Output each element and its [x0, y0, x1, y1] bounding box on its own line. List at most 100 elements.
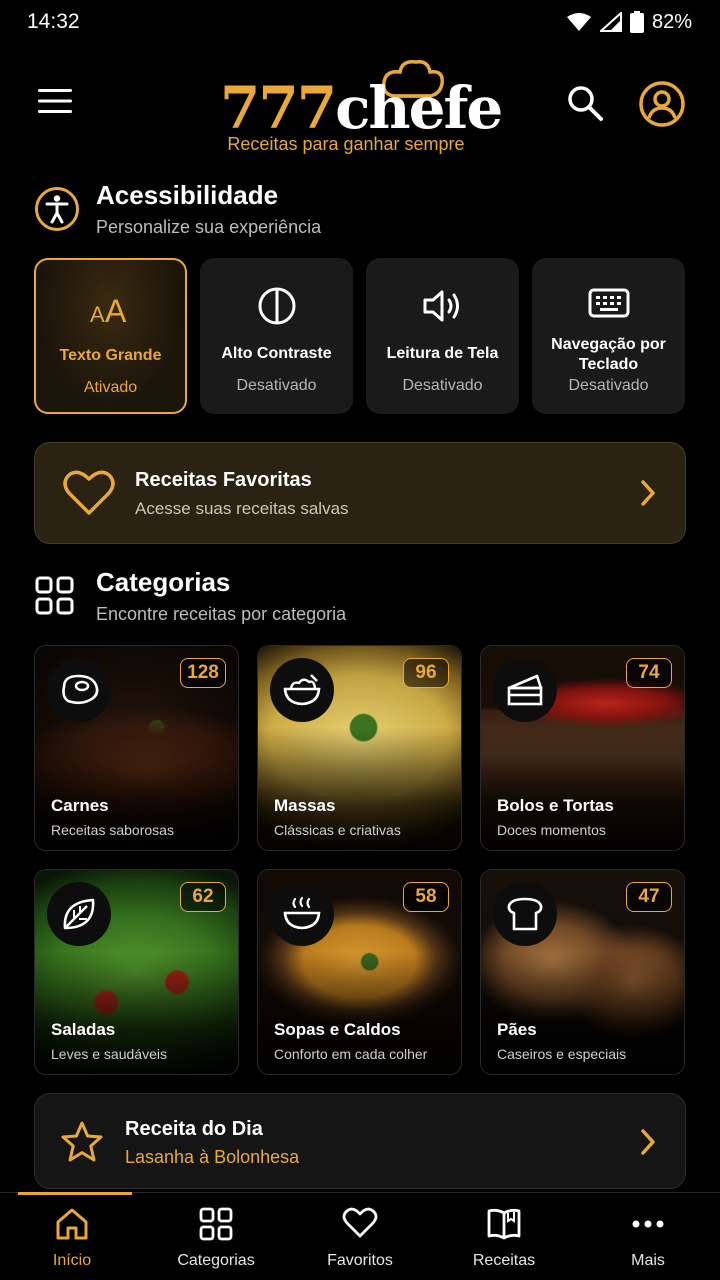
nav-more[interactable]: Mais — [576, 1193, 720, 1280]
book-icon — [487, 1208, 521, 1240]
category-description: Leves e saudáveis — [51, 1046, 167, 1062]
nav-categories[interactable]: Categorias — [144, 1193, 288, 1280]
option-label: Texto Grande — [59, 347, 162, 364]
option-label: Alto Contraste — [221, 345, 332, 362]
nav-label: Favoritos — [327, 1252, 393, 1269]
option-keyboard-nav[interactable]: Navegação por Teclado Desativado — [532, 258, 685, 414]
categories-subtitle: Encontre receitas por categoria — [96, 604, 347, 624]
option-status: Desativado — [236, 377, 317, 394]
category-name: Carnes — [51, 796, 109, 815]
option-status: Desativado — [568, 377, 649, 394]
menu-button[interactable] — [38, 88, 78, 120]
hamburger-icon — [38, 89, 72, 113]
signal-icon — [599, 12, 622, 32]
category-name: Bolos e Tortas — [497, 796, 614, 815]
category-name: Sopas e Caldos — [274, 1020, 401, 1039]
pasta-bowl-icon — [270, 658, 334, 722]
category-name: Saladas — [51, 1020, 116, 1039]
app-logo: 777chefe Receitas para ganhar sempre — [220, 59, 503, 164]
favorites-subtitle: Acesse suas receitas salvas — [135, 499, 349, 518]
nav-label: Receitas — [472, 1252, 536, 1269]
category-card-saladas[interactable]: 62 Saladas Leves e saudáveis — [34, 869, 239, 1075]
profile-button[interactable] — [638, 80, 686, 128]
app-header: 777chefe Receitas para ganhar sempre — [0, 44, 720, 164]
status-bar: 14:32 82% — [0, 0, 720, 44]
recipe-count-badge: 47 — [626, 882, 672, 912]
logo-wordmark: 777chefe — [220, 74, 503, 142]
nav-recipes[interactable]: Receitas — [432, 1193, 576, 1280]
category-card-carnes[interactable]: 128 Carnes Receitas saborosas — [34, 645, 239, 851]
svg-text:A: A — [105, 293, 127, 326]
nav-favorites[interactable]: Favoritos — [288, 1193, 432, 1280]
recipe-of-day-title: Receita do Dia — [125, 1118, 263, 1140]
home-icon — [56, 1208, 88, 1240]
category-card-paes[interactable]: 47 Pães Caseiros e especiais — [480, 869, 685, 1075]
speaker-icon — [421, 284, 465, 328]
option-high-contrast[interactable]: Alto Contraste Desativado — [200, 258, 353, 414]
battery-level: 82% — [651, 10, 692, 33]
option-status: Ativado — [83, 379, 138, 396]
category-name: Massas — [274, 796, 336, 815]
battery-icon — [629, 11, 644, 33]
categories-header: Categorias Encontre receitas por categor… — [34, 567, 346, 625]
recipe-count-badge: 96 — [403, 658, 449, 688]
user-icon — [639, 81, 685, 127]
grid-icon — [199, 1207, 233, 1241]
nav-label: Mais — [631, 1252, 665, 1269]
nav-home[interactable]: Início — [0, 1193, 144, 1280]
category-name: Pães — [497, 1020, 537, 1039]
logo-tagline: Receitas para ganhar sempre — [227, 134, 465, 154]
heart-icon — [63, 470, 115, 515]
category-card-sopas[interactable]: 58 Sopas e Caldos Conforto em cada colhe… — [257, 869, 462, 1075]
categories-title: Categorias — [96, 567, 231, 597]
option-label: Navegação por Teclado — [551, 336, 666, 373]
recipe-count-badge: 58 — [403, 882, 449, 912]
category-card-bolos[interactable]: 74 Bolos e Tortas Doces momentos — [480, 645, 685, 851]
favorites-card[interactable]: Receitas Favoritas Acesse suas receitas … — [34, 442, 686, 544]
steak-icon — [47, 658, 111, 722]
search-button[interactable] — [566, 84, 606, 124]
option-large-text[interactable]: AA Texto Grande Ativado — [34, 258, 187, 414]
category-description: Doces momentos — [497, 822, 606, 838]
bottom-navigation: Início Categorias Favoritos Receitas Mai… — [0, 1192, 720, 1280]
category-description: Receitas saborosas — [51, 822, 174, 838]
option-label: Leitura de Tela — [386, 345, 499, 362]
favorites-title: Receitas Favoritas — [135, 469, 312, 491]
nav-label: Categorias — [177, 1252, 255, 1269]
wifi-icon — [566, 13, 591, 31]
option-status: Desativado — [402, 377, 483, 394]
category-description: Clássicas e criativas — [274, 822, 401, 838]
option-screen-reader[interactable]: Leitura de Tela Desativado — [366, 258, 519, 414]
chevron-right-icon — [641, 480, 655, 506]
category-description: Conforto em cada colher — [274, 1046, 428, 1062]
search-icon — [568, 86, 603, 121]
bread-icon — [493, 882, 557, 946]
accessibility-title: Acessibilidade — [96, 180, 279, 210]
recipe-count-badge: 62 — [180, 882, 226, 912]
logo-number: 777 — [220, 74, 337, 142]
grid-icon — [35, 576, 74, 615]
chevron-right-icon — [641, 1129, 655, 1155]
keyboard-icon — [587, 280, 631, 324]
text-size-icon: AA — [89, 286, 133, 330]
category-description: Caseiros e especiais — [497, 1046, 627, 1062]
nav-label: Início — [52, 1252, 92, 1269]
categories-grid: 128 Carnes Receitas saborosas 96 Massas … — [34, 645, 686, 1075]
cake-icon — [493, 658, 557, 722]
star-icon — [61, 1121, 103, 1162]
soup-icon — [270, 882, 334, 946]
accessibility-options: AA Texto Grande Ativado Alto Contraste D… — [34, 258, 686, 414]
recipe-of-day-card[interactable]: Receita do Dia Lasanha à Bolonhesa — [34, 1093, 686, 1189]
logo-word: chefe — [335, 74, 503, 142]
more-icon — [632, 1220, 664, 1228]
accessibility-icon — [35, 187, 79, 231]
recipe-of-day-name: Lasanha à Bolonhesa — [125, 1147, 300, 1167]
heart-icon — [342, 1207, 378, 1238]
category-card-massas[interactable]: 96 Massas Clássicas e criativas — [257, 645, 462, 851]
contrast-icon — [255, 284, 299, 328]
accessibility-header: Acessibilidade Personalize sua experiênc… — [34, 180, 321, 238]
accessibility-subtitle: Personalize sua experiência — [96, 217, 322, 237]
recipe-count-badge: 74 — [626, 658, 672, 688]
leaf-icon — [47, 882, 111, 946]
status-icons: 82% — [566, 11, 692, 34]
